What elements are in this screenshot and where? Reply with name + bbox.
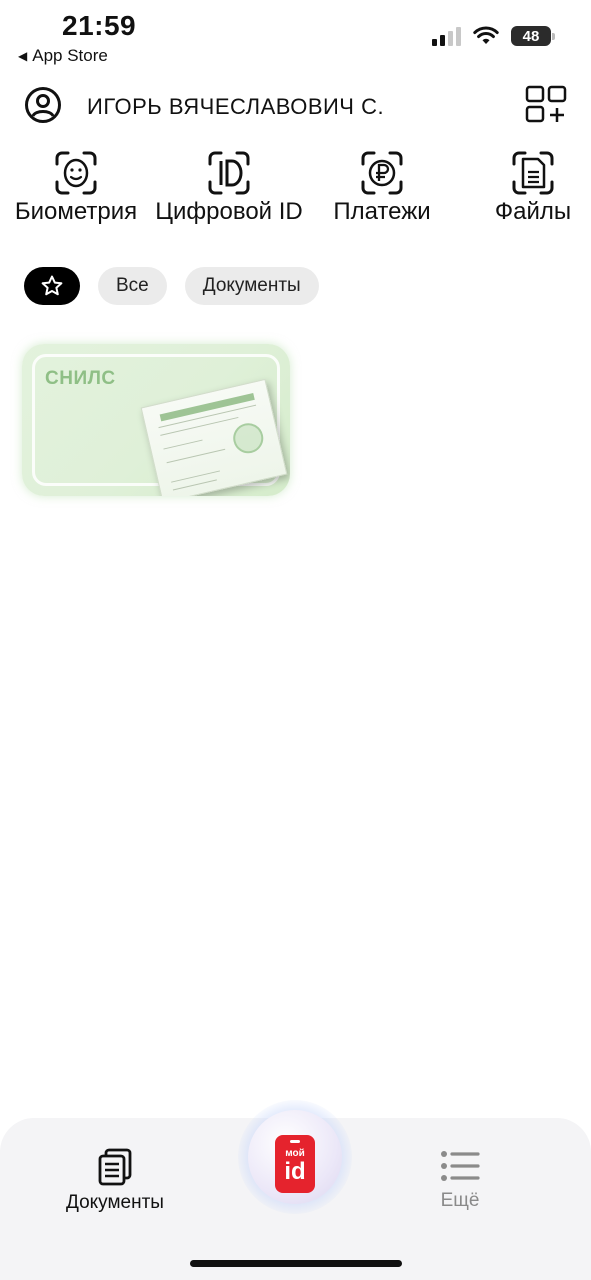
- status-time: 21:59: [62, 10, 137, 41]
- back-to-app-store-link[interactable]: ◀ App Store: [18, 46, 108, 66]
- quick-action-label: Биометрия: [14, 198, 138, 225]
- tab-documents[interactable]: Документы: [66, 1148, 164, 1214]
- filter-chip-favorites[interactable]: [24, 267, 80, 305]
- tab-documents-label: Документы: [66, 1192, 164, 1213]
- quick-actions-row: Биометрия Цифровой ID Платежи Файлы: [0, 150, 591, 230]
- filter-chip-documents[interactable]: Документы: [184, 267, 319, 305]
- quick-action-files[interactable]: Файлы: [486, 150, 580, 226]
- wifi-icon: [473, 26, 499, 44]
- battery-indicator: 48: [511, 26, 555, 46]
- face-scan-icon: [55, 151, 97, 195]
- status-icons: 48: [432, 26, 555, 46]
- document-card-snils[interactable]: СНИЛС: [22, 344, 290, 496]
- documents-icon: [98, 1148, 132, 1186]
- quick-action-label: Файлы: [494, 198, 572, 225]
- quick-action-digital-id[interactable]: Цифровой ID: [152, 150, 306, 226]
- add-widget-icon[interactable]: [525, 85, 567, 125]
- quick-action-payments[interactable]: Платежи: [328, 150, 436, 226]
- quick-action-biometrics[interactable]: Биометрия: [10, 150, 142, 226]
- ruble-payment-icon: [361, 151, 403, 195]
- profile-header: ИГОРЬ ВЯЧЕСЛАВОВИЧ С.: [0, 80, 591, 130]
- file-icon: [512, 151, 554, 195]
- user-name[interactable]: ИГОРЬ ВЯЧЕСЛАВОВИЧ С.: [87, 94, 384, 120]
- quick-action-label: Платежи: [333, 198, 431, 225]
- list-menu-icon: [441, 1151, 480, 1181]
- tab-more[interactable]: Ещё: [440, 1148, 480, 1212]
- user-circle-icon[interactable]: [24, 86, 62, 124]
- star-icon: [41, 275, 63, 296]
- back-triangle-icon: ◀: [18, 49, 28, 63]
- logo-text-bottom: id: [284, 1158, 306, 1185]
- cellular-signal-icon: [432, 26, 461, 46]
- filter-chip-all[interactable]: Все: [98, 267, 167, 305]
- digital-id-icon: [208, 151, 250, 195]
- moy-id-center-button[interactable]: мой id: [238, 1096, 352, 1222]
- status-bar: 21:59 ◀ App Store 48: [0, 0, 591, 72]
- document-card-title: СНИЛС: [45, 368, 116, 389]
- back-link-label: App Store: [32, 46, 108, 65]
- quick-action-label: Цифровой ID: [155, 198, 303, 225]
- home-indicator: [190, 1260, 402, 1267]
- filter-chips: Все Документы: [24, 267, 319, 305]
- tab-more-label: Ещё: [440, 1190, 480, 1211]
- moy-id-logo: мой id: [275, 1135, 315, 1193]
